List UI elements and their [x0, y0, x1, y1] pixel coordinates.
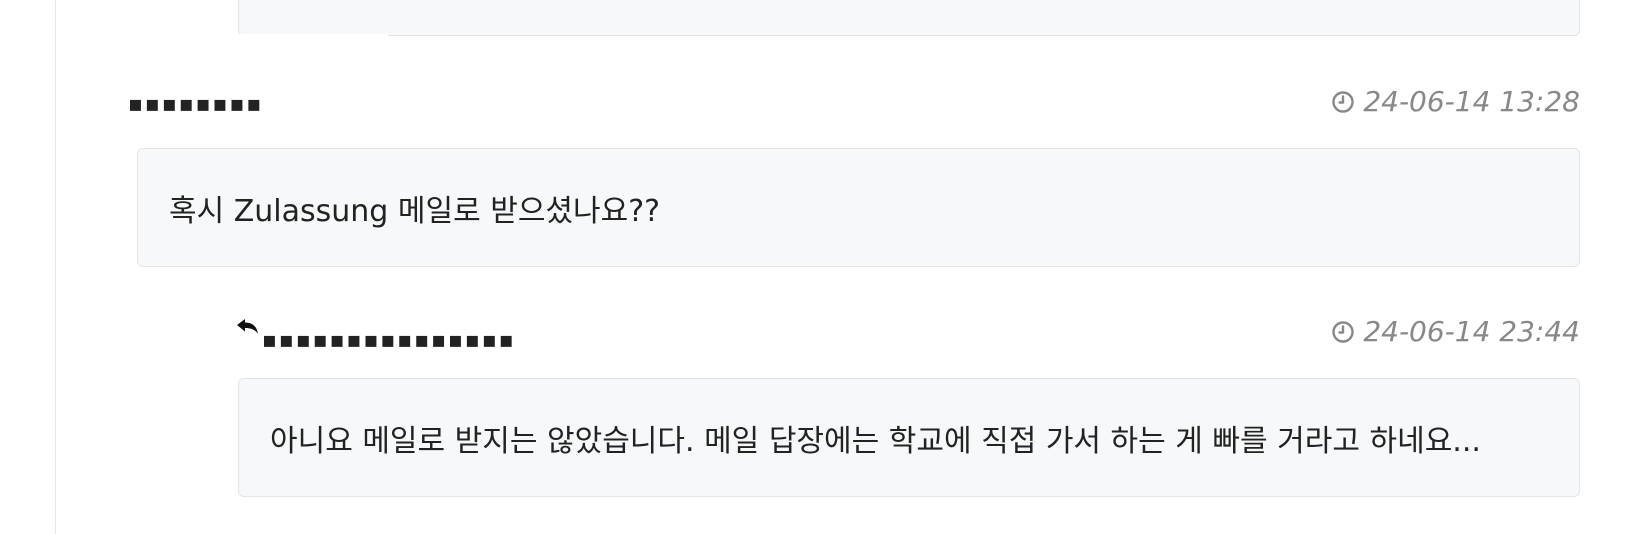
- comment-thread: ▪▪▪▪▪▪▪▪ 24-06-14 13:28 혹시 Zulassung 메일로…: [0, 0, 1648, 534]
- previous-comment-box: [238, 0, 1580, 36]
- comment-text: 혹시 Zulassung 메일로 받으셨나요??: [169, 193, 661, 229]
- reply-text: 아니요 메일로 받지는 않았습니다. 메일 답장에는 학교에 직접 가서 하는 …: [270, 423, 1481, 459]
- reply-body: 아니요 메일로 받지는 않았습니다. 메일 답장에는 학교에 직접 가서 하는 …: [238, 378, 1580, 497]
- reply-timestamp: 24-06-14 23:44: [1331, 318, 1580, 346]
- timestamp-text: 24-06-14 13:28: [1363, 85, 1580, 118]
- previous-comment-edge: [238, 34, 388, 37]
- clock-icon: [1332, 91, 1355, 113]
- comment-body: 혹시 Zulassung 메일로 받으셨나요??: [137, 148, 1580, 267]
- thread-divider: [55, 0, 56, 534]
- comment-author[interactable]: ▪▪▪▪▪▪▪▪: [128, 94, 263, 116]
- comment-timestamp: 24-06-14 13:28: [1331, 88, 1580, 116]
- reply-arrow-icon: [237, 319, 258, 334]
- clock-icon: [1332, 321, 1355, 343]
- timestamp-text: 24-06-14 23:44: [1363, 315, 1580, 348]
- reply-author[interactable]: ▪▪▪▪▪▪▪▪▪▪▪▪▪▪▪: [262, 330, 516, 352]
